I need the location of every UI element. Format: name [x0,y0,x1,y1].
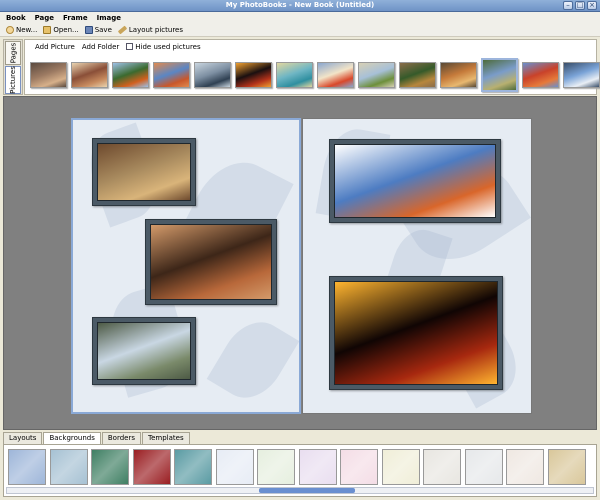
photo-image [334,281,498,385]
picture-thumbnail[interactable] [399,62,436,88]
picture-thumbnail[interactable] [30,62,67,88]
photo-image [334,144,496,218]
open-button[interactable]: Open... [43,25,79,34]
picture-thumbnail[interactable] [276,62,313,88]
background-swatch[interactable] [547,449,586,485]
close-icon[interactable]: × [587,1,597,10]
menu-page[interactable]: Page [35,14,54,22]
save-label: Save [94,25,112,34]
picture-thumbnail[interactable] [358,62,395,88]
open-folder-icon [43,25,52,34]
scrollbar-thumb[interactable] [259,488,355,493]
layout-pictures-label: Layout pictures [128,25,183,34]
menu-book[interactable]: Book [6,14,26,22]
toolbar: New... Open... Save Layout pictures [0,23,600,37]
thumbnail-strip [30,58,600,92]
background-swatch[interactable] [91,449,129,485]
picture-thumbnail[interactable] [153,62,190,88]
picture-thumbnail[interactable] [563,62,600,88]
picture-thumbnail[interactable] [522,62,559,88]
photo-cliff-dwelling[interactable] [145,219,277,305]
picture-thumbnail[interactable] [194,62,231,88]
tab-layouts[interactable]: Layouts [3,432,43,444]
photo-lava-flow[interactable] [329,276,503,390]
picture-thumbnail[interactable] [481,58,518,92]
save-disk-icon [84,25,93,34]
picture-thumbnail[interactable] [71,62,108,88]
hide-used-checkbox[interactable] [126,43,134,50]
new-icon [6,25,14,34]
save-button[interactable]: Save [84,25,112,34]
open-label: Open... [53,25,79,34]
title-bar: My PhotoBooks - New Book (Untitled) – □ … [0,0,600,12]
background-swatch[interactable] [215,449,254,485]
maximize-icon[interactable]: □ [575,1,585,10]
hide-used-toggle[interactable]: Hide used pictures [126,42,201,51]
background-swatch[interactable] [49,449,88,485]
tab-borders[interactable]: Borders [101,432,141,444]
right-page[interactable] [302,118,532,414]
photo-canyon-waterfall[interactable] [92,317,196,385]
background-swatch[interactable] [257,449,295,485]
background-swatch[interactable] [506,449,544,485]
menu-image[interactable]: Image [97,14,121,22]
new-label: New... [16,25,38,34]
background-swatch[interactable] [8,449,46,485]
bottom-tabs: Layouts Backgrounds Borders Templates [3,432,190,445]
side-tabs: Pages Pictures [3,39,23,95]
add-folder-button[interactable]: Add Folder [82,43,119,51]
background-swatch[interactable] [132,449,171,485]
add-picture-button[interactable]: Add Picture [35,43,75,51]
backgrounds-panel [3,444,597,497]
picture-thumbnail[interactable] [112,62,149,88]
book-canvas [3,96,597,430]
menu-bar: Book Page Frame Image [0,12,600,23]
layout-pictures-button[interactable]: Layout pictures [117,25,183,34]
picture-thumbnail[interactable] [235,62,272,88]
photo-delicate-arch[interactable] [329,139,501,223]
magic-wand-icon [117,25,128,34]
left-page[interactable] [71,118,301,414]
window-controls: – □ × [563,1,597,10]
photo-image [97,143,191,201]
tab-templates[interactable]: Templates [142,432,190,444]
photo-image [150,224,272,300]
window-title: My PhotoBooks - New Book (Untitled) [225,1,375,9]
background-swatch[interactable] [340,449,378,485]
tab-pages-label: Pages [9,42,17,64]
photo-desert-sunset[interactable] [92,138,196,206]
tab-pictures[interactable]: Pictures [5,66,21,94]
background-swatch[interactable] [298,449,337,485]
horizontal-scrollbar[interactable] [6,487,594,494]
leaf-pattern [206,310,299,410]
menu-frame[interactable]: Frame [63,14,88,22]
background-swatch[interactable] [174,449,212,485]
background-swatch[interactable] [464,449,503,485]
photo-image [97,322,191,380]
tab-pages[interactable]: Pages [5,41,21,65]
pictures-panel: Add Picture Add Folder Hide used picture… [24,39,600,95]
picture-thumbnail[interactable] [317,62,354,88]
hide-used-label: Hide used pictures [135,42,201,51]
background-swatch[interactable] [381,449,420,485]
new-button[interactable]: New... [6,25,38,34]
picture-thumbnail[interactable] [440,62,477,88]
pictures-toolbar: Add Picture Add Folder Hide used picture… [25,40,201,53]
minimize-icon[interactable]: – [563,1,573,10]
background-swatch[interactable] [423,449,461,485]
tab-pictures-label: Pictures [9,66,18,94]
